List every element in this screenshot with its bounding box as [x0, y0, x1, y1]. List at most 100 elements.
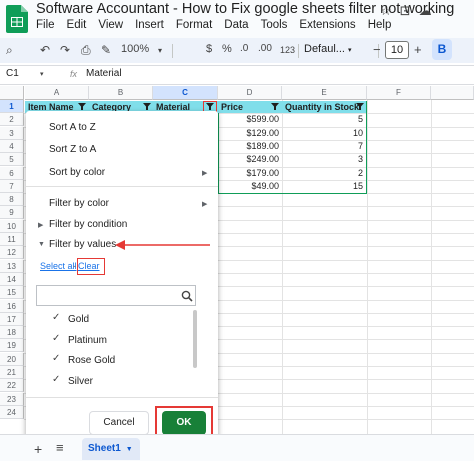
sort-by-color[interactable]: Sort by color — [49, 167, 105, 178]
collapse-icon[interactable]: ▼ — [38, 241, 45, 248]
star-icon[interactable]: ☆ — [380, 3, 392, 19]
formula-input[interactable]: Material — [86, 68, 122, 79]
percent-format-button[interactable]: % — [222, 43, 232, 55]
row-header[interactable]: 20 — [0, 352, 24, 366]
checkbox-rose-gold[interactable]: ✓ — [52, 353, 60, 364]
search-menus-icon[interactable]: ⌕ — [6, 43, 13, 58]
price-cell[interactable]: $249.00 — [218, 153, 282, 166]
value-platinum[interactable]: Platinum — [68, 335, 107, 346]
values-search-input[interactable] — [36, 285, 196, 306]
filter-icon[interactable] — [143, 103, 151, 110]
row-header[interactable]: 22 — [0, 379, 24, 393]
row-header[interactable]: 17 — [0, 312, 24, 326]
checkbox-platinum[interactable]: ✓ — [52, 333, 60, 344]
zoom-select[interactable]: 100% — [121, 43, 149, 55]
font-size-input[interactable]: 10 — [385, 41, 409, 59]
column-header-e[interactable]: E — [282, 86, 367, 100]
filter-icon[interactable] — [271, 103, 279, 110]
menu-file[interactable]: File — [36, 19, 55, 31]
row-header[interactable]: 4 — [0, 139, 24, 153]
increase-font-size-icon[interactable]: + — [414, 42, 422, 57]
column-header-b[interactable]: B — [89, 86, 153, 100]
menu-data[interactable]: Data — [224, 19, 248, 31]
currency-format-button[interactable]: $ — [206, 43, 212, 55]
all-sheets-icon[interactable]: ≡ — [56, 440, 64, 455]
row-header[interactable]: 24 — [0, 405, 24, 419]
column-header-a[interactable]: A — [25, 86, 89, 100]
decrease-decimal-button[interactable]: .0 — [240, 43, 248, 54]
chevron-down-icon[interactable]: ▾ — [158, 46, 162, 55]
row-header[interactable]: 21 — [0, 366, 24, 379]
filter-by-values[interactable]: Filter by values — [49, 239, 116, 250]
move-folder-icon[interactable]: ⊡ — [400, 3, 411, 19]
filter-icon[interactable] — [356, 103, 364, 110]
menu-tools[interactable]: Tools — [261, 19, 288, 31]
quantity-cell[interactable]: 7 — [282, 140, 366, 153]
quantity-cell[interactable]: 10 — [282, 127, 366, 140]
value-rose-gold[interactable]: Rose Gold — [68, 355, 115, 366]
row-header[interactable]: 5 — [0, 153, 24, 167]
header-quantity[interactable]: Quantity in Stock — [283, 101, 359, 113]
column-header-g[interactable] — [431, 86, 474, 100]
add-sheet-button[interactable]: + — [34, 441, 42, 457]
name-box[interactable]: C1 — [6, 68, 19, 79]
price-cell[interactable]: $599.00 — [218, 113, 282, 126]
sort-a-to-z[interactable]: Sort A to Z — [49, 122, 96, 133]
sheet-tab[interactable]: Sheet1 ▼ — [82, 438, 140, 460]
price-cell[interactable]: $49.00 — [218, 180, 282, 193]
price-cell[interactable]: $189.00 — [218, 140, 282, 153]
price-cell[interactable]: $179.00 — [218, 167, 282, 180]
row-header[interactable]: 8 — [0, 193, 24, 207]
row-header[interactable]: 11 — [0, 233, 24, 246]
row-header[interactable]: 16 — [0, 299, 24, 313]
quantity-cell[interactable]: 5 — [282, 113, 366, 126]
increase-decimal-button[interactable]: .00 — [258, 43, 272, 54]
expand-icon[interactable]: ▶ — [38, 221, 43, 229]
bold-button[interactable]: B — [432, 39, 452, 60]
number-format-button[interactable]: 123 — [280, 45, 295, 55]
row-header[interactable]: 7 — [0, 179, 24, 193]
filter-icon[interactable] — [78, 103, 86, 110]
sort-z-to-a[interactable]: Sort Z to A — [49, 144, 96, 155]
row-header[interactable]: 19 — [0, 339, 24, 353]
menu-view[interactable]: View — [98, 19, 123, 31]
row-header[interactable]: 23 — [0, 392, 24, 406]
decrease-font-size-icon[interactable]: − — [373, 42, 381, 57]
redo-icon[interactable]: ↷ — [60, 43, 70, 57]
menu-insert[interactable]: Insert — [135, 19, 164, 31]
checkbox-silver[interactable]: ✓ — [52, 374, 60, 385]
quantity-cell[interactable]: 2 — [282, 167, 366, 180]
row-header[interactable]: 12 — [0, 246, 24, 260]
column-header-c[interactable]: C — [153, 86, 218, 100]
row-header[interactable]: 13 — [0, 259, 24, 273]
price-cell[interactable]: $129.00 — [218, 127, 282, 140]
sheets-logo-icon[interactable] — [6, 5, 28, 33]
row-header[interactable]: 9 — [0, 206, 24, 220]
cloud-status-icon[interactable]: ☁ — [419, 3, 432, 19]
row-header[interactable]: 3 — [0, 126, 24, 140]
filter-by-condition[interactable]: Filter by condition — [49, 219, 127, 230]
header-price[interactable]: Price — [219, 101, 243, 113]
quantity-cell[interactable]: 15 — [282, 180, 366, 193]
font-select[interactable]: Defaul... ▾ — [304, 41, 376, 59]
row-header[interactable]: 10 — [0, 219, 24, 233]
paint-format-icon[interactable]: ✎ — [101, 43, 111, 57]
print-icon[interactable]: ⎙ — [81, 43, 91, 58]
select-all-corner[interactable] — [0, 86, 24, 100]
menu-format[interactable]: Format — [176, 19, 212, 31]
row-header[interactable]: 1 — [0, 100, 24, 113]
chevron-down-icon[interactable]: ▾ — [40, 70, 44, 78]
quantity-cell[interactable]: 3 — [282, 153, 366, 166]
row-header[interactable]: 14 — [0, 272, 24, 286]
cancel-button[interactable]: Cancel — [89, 411, 149, 435]
undo-icon[interactable]: ↶ — [40, 43, 50, 57]
row-header[interactable]: 2 — [0, 113, 24, 127]
value-gold[interactable]: Gold — [68, 314, 89, 325]
menu-extensions[interactable]: Extensions — [299, 19, 355, 31]
select-all-link[interactable]: Select all — [40, 261, 77, 271]
column-header-d[interactable]: D — [218, 86, 282, 100]
filter-by-color[interactable]: Filter by color — [49, 198, 109, 209]
menu-help[interactable]: Help — [368, 19, 392, 31]
values-scrollbar[interactable] — [193, 310, 197, 368]
menu-edit[interactable]: Edit — [67, 19, 87, 31]
